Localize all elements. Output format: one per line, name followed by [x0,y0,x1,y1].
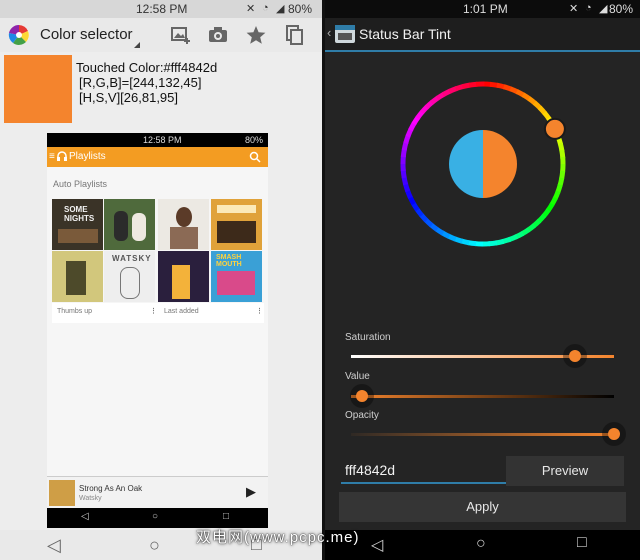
album-art-figure [114,211,128,241]
signal-icon: ◢ [599,3,608,15]
overflow-icon[interactable]: ⋮ [150,307,157,315]
mute-icon: ✕ [569,3,579,15]
album-art-figure [120,267,140,299]
phone-recents-icon: □ [223,511,230,522]
spinner-caret-icon [134,36,140,48]
back-icon[interactable]: ◁ [371,535,383,555]
phone-home-icon: ○ [152,511,159,522]
now-playing-artist: Watsky [79,495,102,502]
preview-button[interactable]: Preview [506,456,624,486]
new-color-half [483,130,517,198]
headphones-icon [57,151,67,161]
hex-color-input[interactable] [341,458,507,484]
phone-back-icon: ◁ [81,511,89,522]
camera-icon[interactable] [207,24,229,46]
app-bar: ‹ Status Bar Tint [325,18,640,52]
phone-battery-level: 80% [245,135,264,145]
now-playing-art [49,480,75,506]
battery-level: 80% [609,2,634,16]
phone-toolbar: ≡ Playlists [47,147,268,167]
opacity-thumb[interactable] [608,428,620,440]
status-bar-tint-screen: 1:01 PM ✕ ◔ ◢ 80% ‹ Status Bar Tint Satu… [325,0,640,560]
app-title[interactable]: Color selector [40,26,133,43]
playlist-card[interactable]: Thumbs up ⋮ [52,303,158,323]
hue-handle[interactable] [543,117,566,140]
nav-bar: ◁ ○ □ [325,530,640,560]
album-art-figure [172,265,190,299]
home-icon[interactable]: ○ [149,535,160,556]
wifi-icon: ◔ [262,2,269,14]
album-art-figure [58,229,98,243]
album-art-figure [217,271,255,295]
copy-icon[interactable] [284,24,306,46]
value-label: Value [345,371,370,382]
opacity-track[interactable] [351,433,614,436]
album-art-figure [132,213,146,241]
app-title: Status Bar Tint [359,26,451,42]
saturation-label: Saturation [345,332,391,343]
playlist-card-label: Thumbs up [57,308,93,315]
album-art-text: SMASH MOUTH [216,254,242,268]
album-art-text: SOME NIGHTS [64,205,95,223]
status-bar: 1:01 PM ✕ ◔ ◢ 80% [325,0,640,18]
wifi-icon: ◔ [585,2,592,14]
old-color-half [449,130,483,198]
status-time: 12:58 PM [136,2,188,16]
mute-icon: ✕ [246,3,256,15]
color-wheel-logo-icon [8,24,29,45]
add-image-icon[interactable] [170,24,192,46]
sampled-screenshot[interactable]: 12:58 PM 80% ≡ Playlists Auto Playlists … [47,133,268,528]
album-art-figure [176,207,192,227]
overflow-icon[interactable]: ⋮ [256,307,263,315]
app-logo-icon [335,25,355,43]
status-bar: 12:58 PM ✕ ◔ ◢ 80% [0,0,322,18]
apply-button[interactable]: Apply [339,492,626,522]
album-art [158,251,209,302]
album-art: WATSKY [104,251,155,302]
album-art-figure [217,205,256,213]
album-art-figure [170,227,198,249]
play-icon[interactable]: ▶ [246,484,256,500]
album-art-figure [66,261,86,295]
back-icon[interactable]: ◁ [47,535,61,556]
search-icon [249,151,261,163]
battery-level: 80% [288,2,313,16]
album-art-figure [217,221,256,243]
value-thumb[interactable] [355,390,368,402]
album-art [104,199,155,250]
star-icon[interactable] [245,24,267,46]
album-art [211,199,262,250]
color-selector-screen: 12:58 PM ✕ ◔ ◢ 80% Color selector Touche… [0,0,322,560]
album-art: SOME NIGHTS [52,199,103,250]
phone-status-bar: 12:58 PM 80% [47,133,268,147]
album-art [52,251,103,302]
now-playing-title: Strong As An Oak [79,484,143,493]
phone-section-header: Auto Playlists [53,179,108,189]
signal-icon: ◢ [276,3,285,15]
album-art [158,199,209,250]
album-art-text: WATSKY [112,254,152,263]
playlist-card[interactable]: Last added ⋮ [158,303,264,323]
phone-title: Playlists [69,151,106,162]
now-playing-bar[interactable]: Strong As An Oak Watsky ▶ [47,476,268,509]
phone-nav-bar: ◁ ○ □ [47,508,268,528]
saturation-thumb[interactable] [568,350,581,362]
touched-color-swatch [4,55,72,123]
watermark-text: 双电网(www.pcpc.me) [196,529,360,546]
value-track[interactable] [351,395,614,398]
opacity-label: Opacity [345,410,379,421]
recents-icon[interactable]: □ [577,534,587,552]
phone-status-time: 12:58 PM [143,135,182,145]
playlist-card-label: Last added [164,308,199,315]
back-caret-icon[interactable]: ‹ [327,25,331,40]
touched-color-text: Touched Color:#fff4842d [76,60,218,75]
color-wheel[interactable] [395,76,571,252]
app-bar: Color selector [0,18,322,52]
menu-icon: ≡ [49,151,55,162]
rgb-values-text: [R,G,B]=[244,132,45] [79,75,202,90]
status-time: 1:01 PM [463,2,508,16]
hsv-values-text: [H,S,V][26,81,95] [79,90,179,105]
album-art: SMASH MOUTH [211,251,262,302]
home-icon[interactable]: ○ [476,535,486,553]
